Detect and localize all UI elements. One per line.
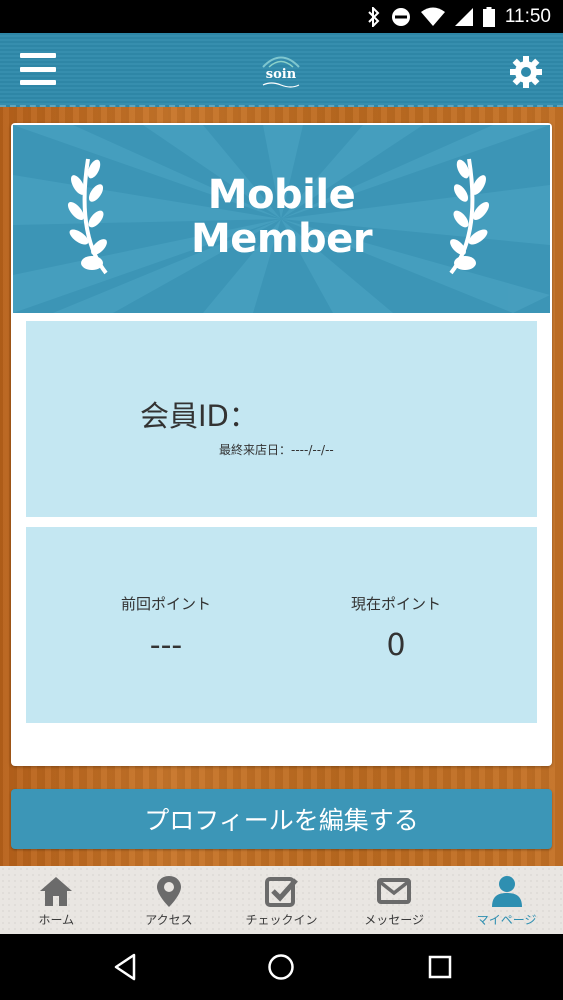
gear-icon[interactable] <box>508 54 544 90</box>
tab-home-label: ホーム <box>38 913 75 927</box>
android-nav-bar <box>0 934 563 1000</box>
edit-profile-button[interactable]: プロフィールを編集する <box>11 789 552 849</box>
tab-mypage-label: マイページ <box>476 913 537 927</box>
recents-icon[interactable] <box>425 952 455 982</box>
home-circle-icon[interactable] <box>266 952 296 982</box>
envelope-icon <box>377 878 412 904</box>
map-pin-icon <box>156 876 181 907</box>
member-id-panel: 会員ID： 最終来店日：----/--/-- <box>26 321 537 517</box>
current-points-label: 現在ポイント <box>350 595 441 613</box>
points-panel: 前回ポイント --- 現在ポイント 0 <box>26 527 537 723</box>
tab-access-label: アクセス <box>145 913 193 927</box>
tab-home[interactable]: ホーム <box>0 866 113 934</box>
hamburger-menu-icon[interactable] <box>20 53 56 85</box>
logo-text: soin <box>265 66 297 82</box>
back-icon[interactable] <box>110 952 140 982</box>
previous-points-value: --- <box>149 628 183 663</box>
bottom-tab-bar: ホーム アクセス チェックイン メッセージ マイページ <box>0 866 563 934</box>
bluetooth-icon <box>367 6 381 27</box>
member-id-label: 会員ID： <box>140 399 258 433</box>
tab-access[interactable]: アクセス <box>113 866 226 934</box>
checkbox-icon <box>265 877 299 907</box>
mobile-member-banner: Mobile Member <box>13 125 550 313</box>
tab-mypage[interactable]: マイページ <box>450 866 563 934</box>
tab-message[interactable]: メッセージ <box>338 866 451 934</box>
signal-icon <box>454 7 473 26</box>
tab-checkin-label: チェックイン <box>245 913 318 927</box>
member-card: Mobile Member 会員ID： 最終来店日：----/--/-- 前回ポ… <box>11 123 552 766</box>
soin-logo: soin <box>258 51 304 91</box>
home-icon <box>40 877 73 906</box>
previous-points: 前回ポイント --- <box>66 593 266 663</box>
wifi-icon <box>420 7 445 27</box>
status-bar: 11:50 <box>0 0 563 33</box>
last-visit-date: 最終来店日：----/--/-- <box>219 443 334 457</box>
laurel-right-icon <box>449 158 490 275</box>
person-icon <box>491 876 522 907</box>
current-points: 現在ポイント 0 <box>296 593 496 663</box>
previous-points-label: 前回ポイント <box>120 595 211 613</box>
app-header: soin <box>0 33 563 107</box>
battery-icon <box>482 6 495 27</box>
logo-wave-icon <box>262 81 300 88</box>
current-points-value: 0 <box>386 628 406 663</box>
do-not-disturb-icon <box>391 7 411 27</box>
status-time: 11:50 <box>504 5 551 27</box>
tab-message-label: メッセージ <box>364 913 424 927</box>
tab-checkin[interactable]: チェックイン <box>225 866 338 934</box>
logo-crown-icon <box>262 56 300 68</box>
